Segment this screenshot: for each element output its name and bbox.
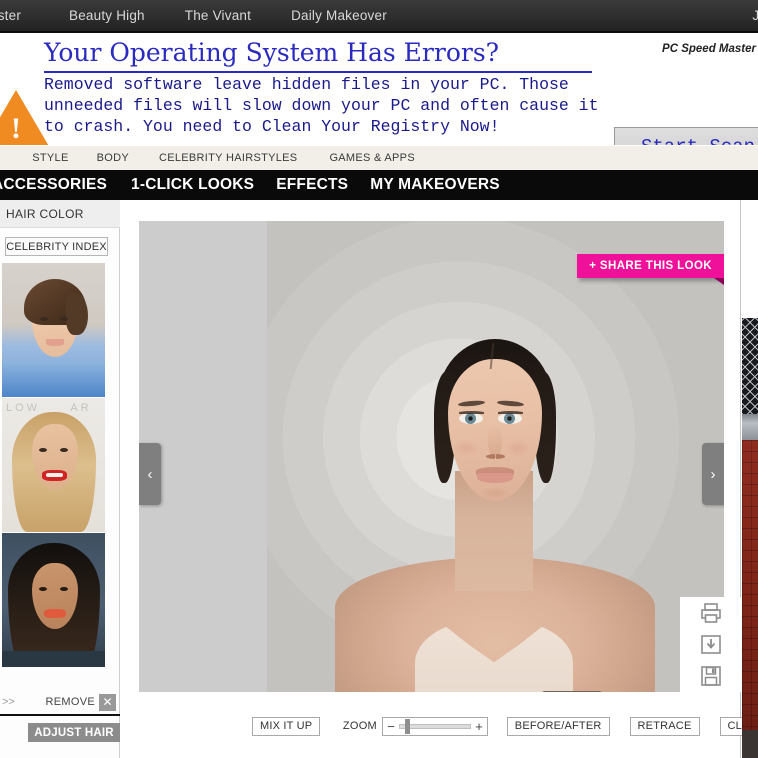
thumbnail-eye-left [40, 317, 48, 321]
floppy-save-icon[interactable] [699, 664, 723, 688]
chain-link-fence-texture [742, 318, 758, 414]
model-iris-right [504, 413, 515, 424]
remove-close-icon[interactable]: ✕ [99, 693, 116, 711]
remove-label[interactable]: REMOVE [46, 696, 95, 708]
before-after-button[interactable]: BEFORE/AFTER [506, 716, 610, 736]
thumbnail-eye-right [60, 587, 68, 591]
makeover-tab-bar: ACCESSORIES 1-CLICK LOOKS EFFECTS MY MAK… [0, 170, 758, 200]
thumbnail-eye-left [39, 448, 47, 452]
next-look-button[interactable]: › [702, 443, 724, 505]
ad-brand-name: PC Speed Master [662, 43, 756, 55]
model-cheek-left [453, 439, 479, 457]
right-edge-partial-image [742, 318, 758, 758]
right-edge-divider [740, 200, 741, 318]
makeover-stage: ‹ › + SHARE THIS LOOK PLAY [139, 221, 724, 692]
top-nav-item-2[interactable]: The Vivant [185, 8, 251, 23]
thumbnail-hair-side [66, 293, 88, 335]
remove-row: >> REMOVE ✕ [0, 690, 120, 716]
ad-body-text: Removed software leave hidden files in y… [44, 75, 599, 136]
brick-wall-texture [742, 440, 758, 730]
thumbnail-eye-right [60, 448, 68, 452]
secondary-nav-item-1[interactable]: STYLE [32, 152, 68, 164]
zoom-control-group: ZOOM − + [342, 716, 489, 736]
thumbnail-eye-left [39, 587, 47, 591]
print-icon[interactable] [699, 601, 723, 625]
editor-toolbar: MIX IT UP ZOOM − + BEFORE/AFTER RETRACE … [242, 705, 758, 747]
thumbnail-teeth [46, 473, 63, 477]
model-lash-left [459, 411, 484, 414]
zoom-label: ZOOM [342, 720, 378, 732]
tab-1-click-looks[interactable]: 1-CLICK LOOKS [131, 176, 254, 194]
ground-texture [742, 730, 758, 758]
top-navigation-bar: aster Beauty High The Vivant Daily Makeo… [0, 0, 758, 33]
mix-it-up-button[interactable]: MIX IT UP [252, 716, 321, 736]
zoom-slider[interactable] [399, 718, 472, 735]
model-nostrils [486, 454, 505, 459]
model-portrait[interactable] [267, 221, 724, 692]
celebrity-thumbnail-2[interactable]: LOW AR [2, 398, 105, 532]
thumbnail-mouth [46, 339, 64, 346]
download-icon[interactable] [699, 632, 723, 656]
sidebar-title: HAIR COLOR [0, 200, 120, 228]
application-body: HAIR COLOR CELEBRITY INDEX LOW AR >> REM… [0, 200, 758, 758]
model-cheek-right [505, 439, 531, 457]
secondary-nav-item-4[interactable]: GAMES & APPS [329, 152, 415, 164]
adjust-hair-button[interactable]: ADJUST HAIR [28, 723, 120, 742]
concrete-ledge-texture [742, 414, 758, 440]
thumbnail-lower [2, 651, 105, 667]
stage-action-icons [680, 597, 742, 692]
model-iris-left [465, 413, 476, 424]
model-lash-right [498, 411, 523, 414]
secondary-navigation-bar: N STYLE BODY CELEBRITY HAIRSTYLES GAMES … [0, 146, 758, 171]
makeover-stage-panel: ‹ › + SHARE THIS LOOK PLAY [121, 200, 758, 758]
previous-look-button[interactable]: ‹ [139, 443, 161, 505]
play-button[interactable]: PLAY [541, 691, 603, 692]
secondary-nav-item-2[interactable]: BODY [97, 152, 129, 164]
top-nav-item-1[interactable]: Beauty High [69, 8, 145, 23]
tab-effects[interactable]: EFFECTS [276, 176, 348, 194]
ad-headline: Your Operating System Has Errors? [44, 38, 500, 67]
zoom-in-button[interactable]: + [471, 718, 487, 735]
top-nav-item-0[interactable]: aster [0, 8, 21, 23]
sidebar-footer: >> REMOVE ✕ ADJUST HAIR [0, 690, 120, 758]
ad-divider [44, 71, 592, 73]
celebrity-thumbnail-3[interactable] [2, 533, 105, 667]
sidebar-title-label: HAIR COLOR [6, 206, 84, 221]
retrace-button[interactable]: RETRACE [629, 716, 700, 736]
start-scan-button[interactable]: Start Scan [614, 127, 758, 145]
zoom-out-button[interactable]: − [383, 718, 399, 735]
zoom-slider-handle[interactable] [405, 718, 411, 734]
secondary-nav-item-3[interactable]: CELEBRITY HAIRSTYLES [159, 152, 297, 164]
celebrity-thumbnail-1[interactable] [2, 263, 105, 397]
share-ribbon-notch [714, 278, 724, 285]
thumbnail-mouth [44, 609, 66, 618]
zoom-control[interactable]: − + [382, 716, 489, 736]
model-chin [480, 487, 510, 499]
celebrity-index-button[interactable]: CELEBRITY INDEX [5, 237, 108, 256]
thumbnail-dress [2, 361, 105, 397]
warning-triangle-icon [0, 90, 50, 145]
thumbnail-eye-right [60, 317, 68, 321]
advertisement-banner: Your Operating System Has Errors? Remove… [0, 35, 758, 145]
prev-arrows-label[interactable]: >> [2, 696, 15, 708]
share-this-look-button[interactable]: + SHARE THIS LOOK [577, 254, 724, 278]
hair-color-sidebar: HAIR COLOR CELEBRITY INDEX LOW AR >> REM… [0, 200, 120, 758]
account-join-link[interactable]: JO [752, 8, 758, 23]
tab-accessories[interactable]: ACCESSORIES [0, 176, 107, 194]
tab-my-makeovers[interactable]: MY MAKEOVERS [370, 176, 500, 194]
model-lower-lip [477, 473, 513, 483]
top-nav-item-3[interactable]: Daily Makeover [291, 8, 387, 23]
